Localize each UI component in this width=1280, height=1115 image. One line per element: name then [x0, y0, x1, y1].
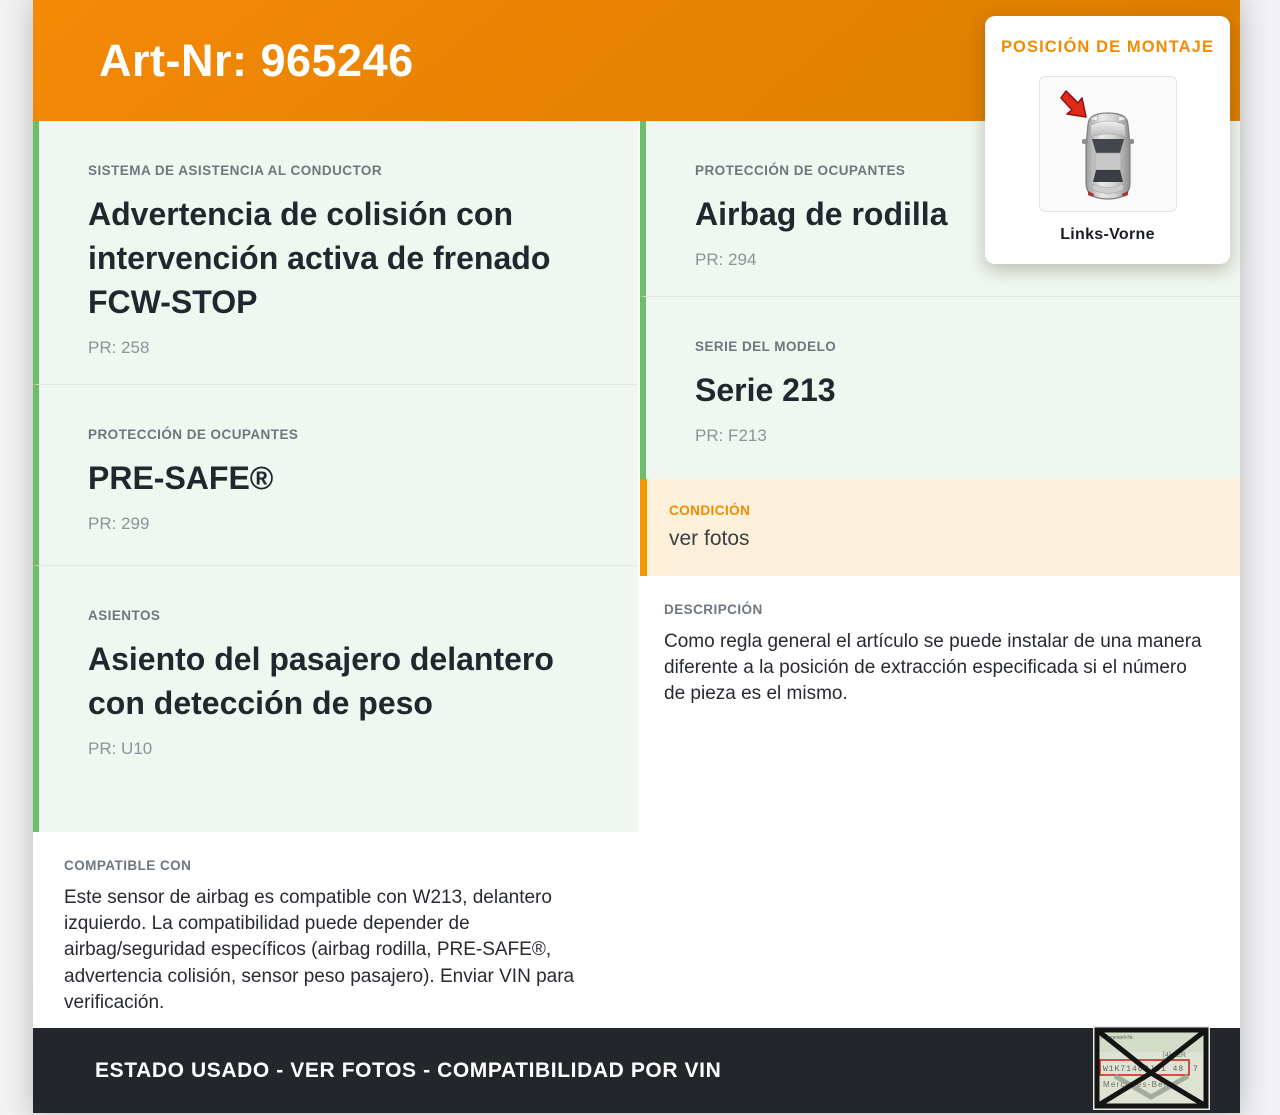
mounting-position-value: Links-Vorne — [1060, 226, 1155, 243]
card-driver-assist: SISTEMA DE ASISTENCIA AL CONDUCTOR Adver… — [33, 121, 638, 384]
card-label: CONDICIÓN — [669, 503, 751, 518]
card-seat-detection: ASIENTOS Asiento del pasajero delantero … — [33, 565, 638, 832]
car-position-image — [1038, 76, 1177, 212]
pr-code: PR: 258 — [88, 338, 150, 358]
card-presafe: PROTECCIÓN DE OCUPANTES PRE-SAFE® PR: 29… — [33, 384, 638, 565]
card-label: SERIE DEL MODELO — [695, 339, 837, 354]
pr-code: PR: U10 — [88, 739, 153, 759]
card-label: DESCRIPCIÓN — [664, 602, 763, 617]
card-condition: CONDICIÓN ver fotos — [640, 479, 1240, 576]
svg-text:7: 7 — [1193, 1065, 1198, 1074]
card-label: SISTEMA DE ASISTENCIA AL CONDUCTOR — [88, 163, 383, 178]
pr-code: PR: 299 — [88, 514, 150, 534]
card-title: Advertencia de colisión con intervención… — [88, 196, 551, 321]
mounting-position-title: POSICIÓN DE MONTAJE — [1000, 38, 1215, 56]
footer-bar: ESTADO USADO - VER FOTOS - COMPATIBILIDA… — [33, 1028, 1240, 1113]
card-label: PROTECCIÓN DE OCUPANTES — [88, 427, 299, 442]
vin-document-photo: Fahrgestell-Nr. [4] A1R W1K71463J31 48 7… — [1093, 1026, 1210, 1110]
card-label: COMPATIBLE CON — [64, 858, 192, 873]
red-arrow-front-left-icon — [1059, 90, 1087, 118]
card-model-series: SERIE DEL MODELO Serie 213 PR: F213 — [640, 296, 1240, 479]
condition-value: ver fotos — [669, 527, 750, 550]
card-title: PRE-SAFE® — [88, 460, 274, 496]
description-text: Como regla general el artículo se puede … — [664, 631, 1202, 705]
car-top-view-icon — [1059, 90, 1134, 200]
car-body — [1081, 112, 1134, 200]
mounting-position-card: POSICIÓN DE MONTAJE Links-Vorne — [985, 16, 1230, 264]
compatibility-text: Este sensor de airbag es compatible con … — [64, 887, 575, 1013]
card-compatible-with: COMPATIBLE CON Este sensor de airbag es … — [33, 832, 638, 1028]
card-title: Asiento del pasajero delantero con detec… — [88, 641, 554, 722]
article-number-title: Art-Nr: 965246 — [99, 34, 414, 86]
card-description: DESCRIPCIÓN Como regla general el artícu… — [640, 576, 1240, 1028]
card-label: ASIENTOS — [88, 608, 161, 623]
card-title: Serie 213 — [695, 372, 836, 408]
pr-code: PR: F213 — [695, 426, 767, 446]
footer-text: ESTADO USADO - VER FOTOS - COMPATIBILIDA… — [95, 1058, 722, 1082]
envelope-outline-icon: Fahrgestell-Nr. [4] A1R W1K71463J31 48 7… — [1093, 1026, 1210, 1110]
left-column: SISTEMA DE ASISTENCIA AL CONDUCTOR Adver… — [33, 121, 638, 1028]
